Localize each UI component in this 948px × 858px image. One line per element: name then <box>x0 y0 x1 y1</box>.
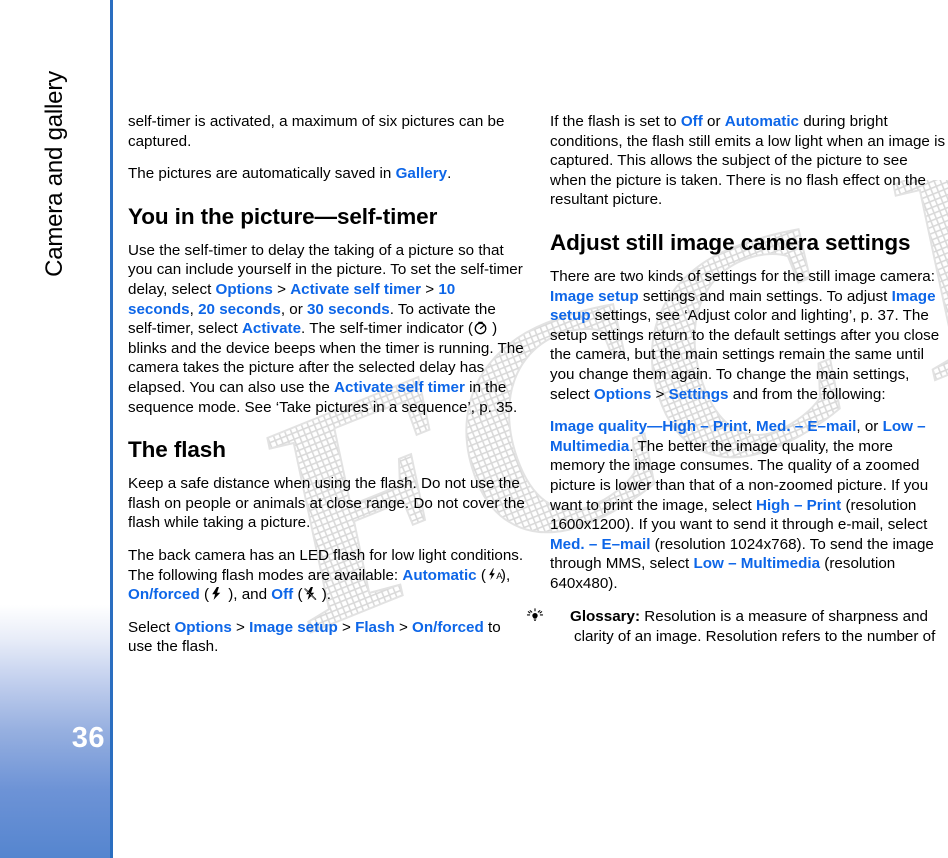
flash-on-icon <box>209 586 224 601</box>
text-run: and from the following: <box>728 385 886 403</box>
text-run: ( <box>293 586 303 604</box>
ui-term-link[interactable]: Automatic <box>725 113 799 130</box>
paragraph: If the flash is set to Off or Automatic … <box>550 112 947 210</box>
text-run: > <box>394 618 413 636</box>
text-run: ), and <box>224 586 272 604</box>
text-run: ). <box>317 586 332 604</box>
text-run: . The self-timer indicator ( <box>301 320 473 338</box>
ui-term-link[interactable]: Flash <box>355 619 395 636</box>
text-run: There are two kinds of settings for the … <box>550 267 935 285</box>
ui-term-link[interactable]: Image quality <box>550 418 647 435</box>
paragraph: self-timer is activated, a maximum of si… <box>128 112 525 151</box>
text-run: ( <box>199 586 210 604</box>
text-run: > <box>421 280 439 298</box>
text-run: , or <box>856 418 883 436</box>
section-heading: The flash <box>128 437 226 463</box>
text-run: > <box>272 280 291 298</box>
glossary-label: Glossary: <box>570 608 641 626</box>
ui-term-link[interactable]: Settings <box>669 386 729 403</box>
paragraph: Select Options > Image setup > Flash > O… <box>128 618 525 657</box>
ui-term-link[interactable]: Off <box>681 113 703 130</box>
text-run: > <box>651 385 669 403</box>
ui-term-link[interactable]: Med. – E–mail <box>756 418 856 435</box>
left-text-column: self-timer is activated, a maximum of si… <box>128 112 525 670</box>
ui-term-link[interactable]: On/forced <box>412 619 484 636</box>
text-run: self-timer is activated, a maximum of si… <box>128 113 505 150</box>
paragraph: The pictures are automatically saved in … <box>128 164 525 184</box>
glossary-lightbulb-icon <box>526 608 568 623</box>
ui-term-link[interactable]: Options <box>174 619 231 636</box>
chapter-sidebar: Camera and gallery 36 <box>0 0 113 858</box>
self-timer-indicator-icon <box>473 320 488 335</box>
paragraph: Keep a safe distance when using the flas… <box>128 474 525 533</box>
ui-term-link[interactable]: Options <box>594 386 651 403</box>
section-heading: You in the picture—self-timer <box>128 203 438 229</box>
text-run: If the flash is set to <box>550 113 681 130</box>
text-run: , <box>747 418 756 436</box>
ui-term-link[interactable]: High – Print <box>756 497 841 514</box>
text-run: Select <box>128 618 175 636</box>
ui-term-link[interactable]: Activate self timer <box>290 281 421 298</box>
text-run: Keep a safe distance when using the flas… <box>128 475 525 532</box>
ui-term-link[interactable]: Automatic <box>402 567 476 584</box>
flash-automatic-icon: A <box>486 567 503 582</box>
text-run: , or <box>280 300 307 318</box>
text-run: The pictures are automatically saved in <box>128 165 396 183</box>
text-run: — <box>647 418 663 436</box>
ui-term-link[interactable]: 30 seconds <box>307 301 390 318</box>
section-heading: Adjust still image camera settings <box>550 229 911 255</box>
ui-term-link[interactable]: Low – Multimedia <box>694 555 821 572</box>
ui-term-link[interactable]: Med. – E–mail <box>550 536 650 553</box>
chapter-title: Camera and gallery <box>0 0 110 320</box>
ui-term-link[interactable]: 20 seconds <box>198 301 281 318</box>
text-run: . <box>447 165 452 183</box>
ui-term-link[interactable]: Options <box>216 281 273 298</box>
paragraph: There are two kinds of settings for the … <box>550 267 947 404</box>
chapter-title-label: Camera and gallery <box>41 71 68 277</box>
ui-term-link[interactable]: Activate self timer <box>334 379 465 396</box>
text-run: or <box>702 113 725 130</box>
text-run: , <box>189 300 199 318</box>
ui-term-link[interactable]: Off <box>271 586 293 603</box>
ui-term-link[interactable]: High – Print <box>662 418 747 435</box>
ui-term-link[interactable]: Image setup <box>550 288 639 305</box>
ui-term-link[interactable]: Gallery <box>396 165 448 182</box>
page-number: 36 <box>71 722 105 754</box>
text-run: > <box>231 618 250 636</box>
ui-term-link[interactable]: Image setup <box>249 619 338 636</box>
text-run: ( <box>476 566 486 584</box>
text-run: > <box>337 618 356 636</box>
svg-text:A: A <box>496 570 503 580</box>
text-run: settings and main settings. To adjust <box>638 287 892 305</box>
glossary-note: Glossary: Resolution is a measure of sha… <box>526 607 947 646</box>
ui-term-link[interactable]: Activate <box>242 320 301 337</box>
right-text-column: If the flash is set to Off or Automatic … <box>526 112 947 647</box>
paragraph: The back camera has an LED flash for low… <box>128 546 525 605</box>
paragraph: Use the self-timer to delay the taking o… <box>128 241 525 417</box>
ui-term-link[interactable]: On/forced <box>128 586 200 603</box>
paragraph: Image quality—High – Print, Med. – E–mai… <box>550 417 947 593</box>
flash-off-icon <box>303 586 318 601</box>
